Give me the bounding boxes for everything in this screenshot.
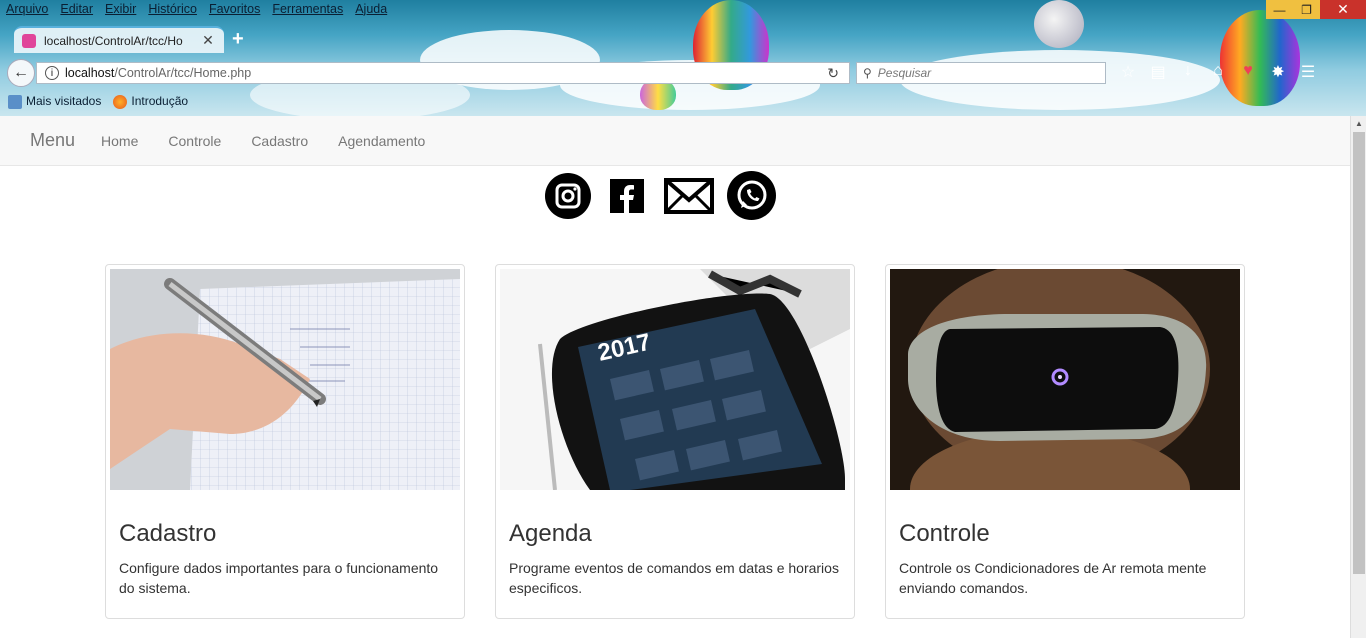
tablet-calendar-image: 2017 bbox=[500, 269, 850, 490]
extension-icon[interactable]: ✸ bbox=[1268, 62, 1288, 82]
card-text: Programe eventos de comandos em datas e … bbox=[509, 560, 839, 596]
card-title: Agenda bbox=[509, 520, 592, 547]
writing-hand-image bbox=[110, 269, 460, 490]
instagram-icon[interactable] bbox=[545, 172, 591, 219]
firefox-icon bbox=[113, 94, 128, 109]
card-cadastro[interactable]: Cadastro Configure dados importantes par… bbox=[105, 264, 465, 619]
bookmark-mais-visitados[interactable]: Mais visitados bbox=[8, 94, 101, 109]
bookmark-folder-icon bbox=[8, 94, 22, 109]
menu-historico[interactable]: Histórico bbox=[142, 0, 203, 20]
browser-chrome: Arquivo Editar Exibir Histórico Favorito… bbox=[0, 0, 1366, 116]
nav-link-agendamento[interactable]: Agendamento bbox=[338, 133, 425, 149]
navigation-toolbar: ← i localhost/ControlAr/tcc/Home.php ↻ ⚲… bbox=[0, 56, 1366, 90]
home-icon[interactable]: ⌂ bbox=[1208, 62, 1228, 82]
toolbar-icons: ☆ ▤ ↓ ⌂ ♥ ✸ ☰ bbox=[1118, 62, 1318, 82]
favicon-icon bbox=[22, 33, 36, 48]
minimize-button[interactable]: — bbox=[1266, 0, 1293, 19]
browser-tab[interactable]: localhost/ControlAr/tcc/Ho ✕ bbox=[14, 26, 224, 53]
menu-bar: Arquivo Editar Exibir Histórico Favorito… bbox=[0, 0, 393, 20]
card-title: Controle bbox=[899, 520, 990, 547]
menu-arquivo[interactable]: Arquivo bbox=[0, 0, 54, 20]
tab-title: localhost/ControlAr/tcc/Ho bbox=[44, 33, 183, 48]
card-agenda[interactable]: 2017 Agenda Programe eventos de comandos… bbox=[495, 264, 855, 619]
web-page: Menu Home Controle Cadastro Agendamento bbox=[0, 116, 1350, 638]
card-controle[interactable]: Controle Controle os Condicionadores de … bbox=[885, 264, 1245, 619]
moon-decoration bbox=[1034, 0, 1084, 48]
nav-link-controle[interactable]: Controle bbox=[168, 133, 221, 149]
bookmark-label: Introdução bbox=[131, 94, 189, 108]
reading-list-icon[interactable]: ▤ bbox=[1148, 62, 1168, 82]
mail-icon[interactable] bbox=[663, 172, 715, 220]
back-button[interactable]: ← bbox=[7, 59, 35, 87]
hamburger-menu-icon[interactable]: ☰ bbox=[1298, 62, 1318, 82]
menu-ferramentas[interactable]: Ferramentas bbox=[266, 0, 349, 20]
bookmark-star-icon[interactable]: ☆ bbox=[1118, 62, 1138, 82]
search-placeholder: Pesquisar bbox=[877, 66, 932, 80]
menu-ajuda[interactable]: Ajuda bbox=[349, 0, 393, 20]
pocket-icon[interactable]: ♥ bbox=[1238, 62, 1258, 82]
search-input[interactable]: ⚲ Pesquisar bbox=[856, 62, 1106, 84]
navbar-brand[interactable]: Menu bbox=[30, 130, 75, 151]
scrollbar-thumb[interactable] bbox=[1353, 132, 1365, 574]
url-host: localhost bbox=[65, 66, 115, 80]
menu-favoritos[interactable]: Favoritos bbox=[203, 0, 266, 20]
remote-device-image bbox=[890, 269, 1240, 490]
site-navbar: Menu Home Controle Cadastro Agendamento bbox=[0, 116, 1350, 166]
new-tab-button[interactable]: + bbox=[232, 28, 244, 51]
close-tab-icon[interactable]: ✕ bbox=[200, 32, 216, 49]
menu-exibir[interactable]: Exibir bbox=[99, 0, 142, 20]
url-path: /ControlAr/tcc/Home.php bbox=[114, 66, 252, 80]
card-title: Cadastro bbox=[119, 520, 217, 547]
restore-button[interactable]: ❐ bbox=[1293, 0, 1320, 19]
download-icon[interactable]: ↓ bbox=[1178, 62, 1198, 82]
page-scrollbar[interactable]: ▲ bbox=[1350, 116, 1366, 638]
arrow-left-icon: ← bbox=[13, 64, 29, 81]
search-icon: ⚲ bbox=[863, 66, 872, 80]
menu-editar[interactable]: Editar bbox=[54, 0, 99, 20]
bookmark-label: Mais visitados bbox=[26, 94, 102, 108]
scroll-up-icon[interactable]: ▲ bbox=[1355, 119, 1363, 128]
card-text: Controle os Condicionadores de Ar remota… bbox=[899, 560, 1207, 596]
whatsapp-icon[interactable] bbox=[727, 171, 776, 220]
nav-link-home[interactable]: Home bbox=[101, 133, 138, 149]
bookmarks-toolbar: Mais visitados Introdução bbox=[8, 94, 188, 109]
info-icon[interactable]: i bbox=[45, 66, 59, 80]
facebook-icon[interactable] bbox=[603, 172, 651, 220]
reload-icon[interactable]: ↻ bbox=[827, 65, 839, 82]
nav-link-cadastro[interactable]: Cadastro bbox=[251, 133, 308, 149]
close-window-button[interactable]: ✕ bbox=[1320, 0, 1366, 19]
address-bar[interactable]: i localhost/ControlAr/tcc/Home.php ↻ bbox=[36, 62, 850, 84]
window-controls: — ❐ ✕ bbox=[1266, 0, 1366, 19]
social-links bbox=[545, 171, 776, 220]
bookmark-introducao[interactable]: Introdução bbox=[113, 94, 188, 109]
card-text: Configure dados importantes para o funci… bbox=[119, 560, 439, 596]
